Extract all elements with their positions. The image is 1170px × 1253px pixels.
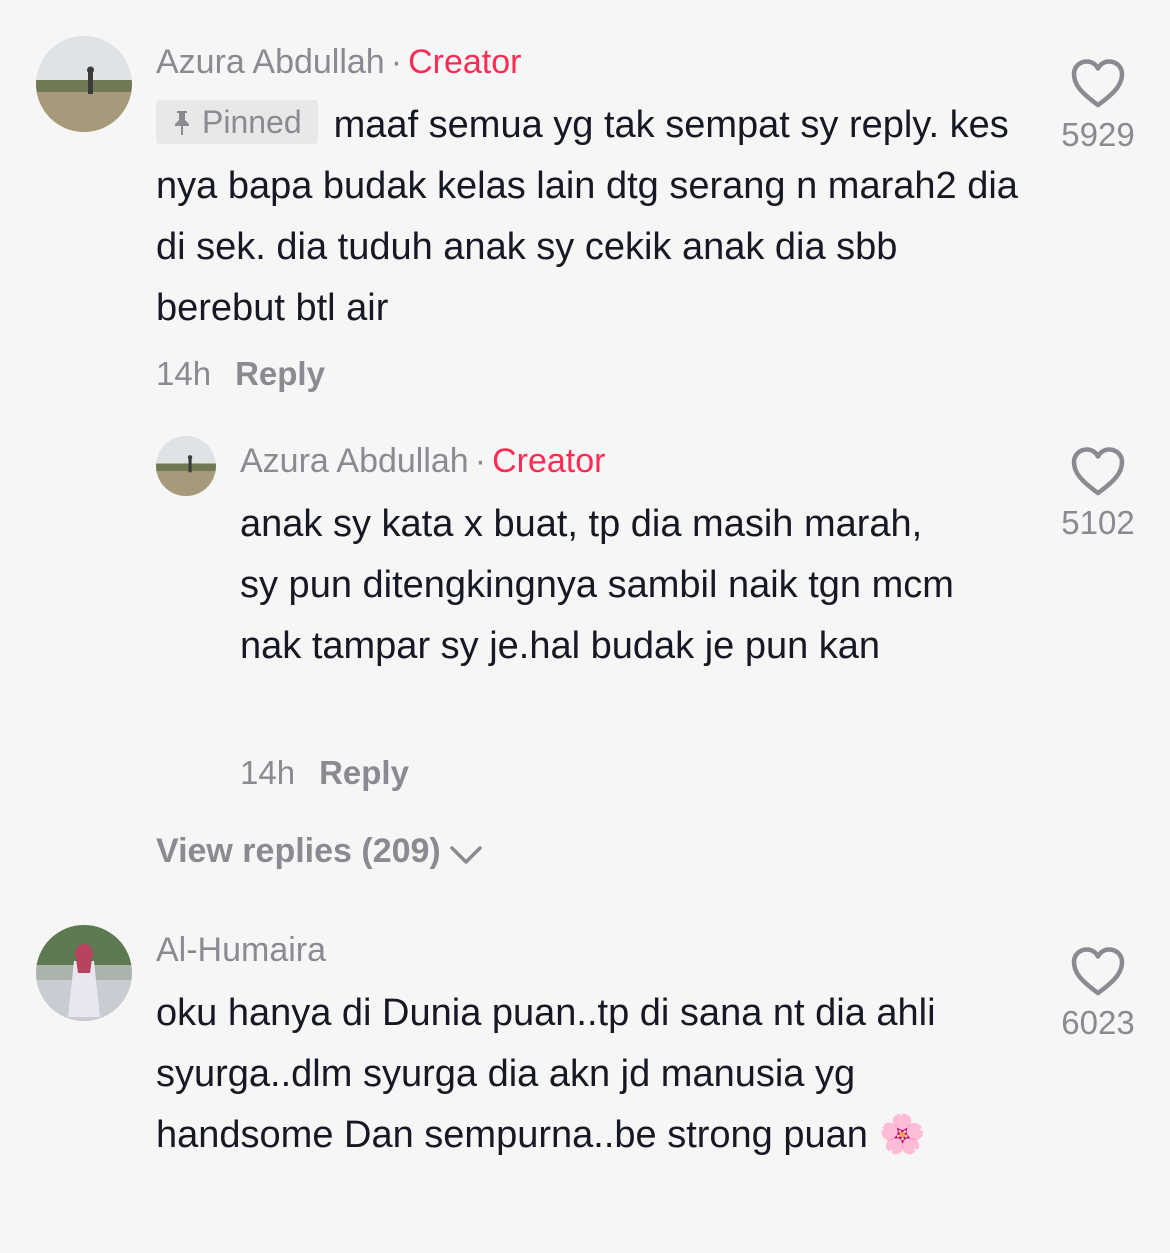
separator-dot: ·	[474, 442, 487, 480]
avatar-image	[156, 436, 216, 496]
author-name[interactable]: Azura Abdullah	[240, 442, 469, 480]
like-count: 6023	[1061, 1004, 1135, 1041]
avatar[interactable]	[36, 36, 132, 132]
comment-header: Al-Humaira	[156, 930, 326, 970]
creator-badge: Creator	[408, 43, 522, 81]
separator-dot: ·	[390, 43, 403, 81]
author-name[interactable]: Azura Abdullah	[156, 43, 385, 81]
comment-text: oku hanya di Dunia puan..tp di sana nt d…	[156, 992, 936, 1156]
view-replies-label: View replies (209)	[156, 832, 441, 870]
comment-text: anak sy kata x buat, tp dia masih marah,…	[240, 503, 954, 667]
pinned-badge: Pinned	[156, 100, 318, 144]
comment-meta: 14h Reply	[240, 754, 409, 792]
chevron-down-icon	[450, 846, 482, 864]
timestamp: 14h	[156, 355, 212, 392]
like-button[interactable]: 5929	[1038, 58, 1158, 154]
reply-button[interactable]: Reply	[235, 355, 325, 392]
author-name[interactable]: Al-Humaira	[156, 931, 326, 969]
heart-outline-icon	[1071, 447, 1125, 496]
comment-header: Azura Abdullah · Creator	[156, 42, 521, 82]
like-count: 5929	[1061, 116, 1135, 153]
avatar[interactable]	[36, 925, 132, 1021]
like-button[interactable]: 6023	[1038, 946, 1158, 1042]
comment-text-block: Pinned maaf semua yg tak sempat sy reply.…	[156, 95, 1026, 339]
creator-badge: Creator	[492, 442, 606, 480]
pinned-label: Pinned	[202, 104, 302, 140]
avatar[interactable]	[156, 436, 216, 496]
timestamp: 14h	[240, 754, 296, 791]
view-replies-button[interactable]: View replies (209)	[156, 832, 483, 871]
heart-outline-icon	[1071, 947, 1125, 996]
avatar-image	[36, 925, 132, 1021]
like-button[interactable]: 5102	[1038, 446, 1158, 542]
reply-button[interactable]: Reply	[319, 754, 409, 791]
like-count: 5102	[1061, 504, 1135, 541]
pin-icon	[175, 111, 189, 135]
avatar-image	[36, 36, 132, 132]
comment-meta: 14h Reply	[156, 355, 325, 393]
comment-header: Azura Abdullah · Creator	[240, 441, 605, 481]
heart-outline-icon	[1071, 59, 1125, 108]
